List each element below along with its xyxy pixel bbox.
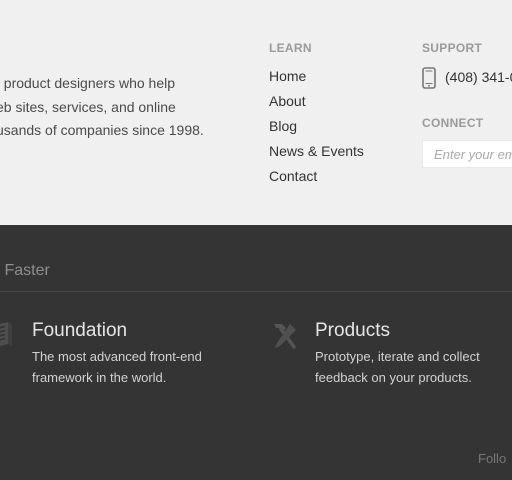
feature-description-foundation: The most advanced front-end framework in… [32, 349, 202, 385]
connect-heading: CONNECT [422, 116, 484, 130]
learn-link-contact[interactable]: Contact [269, 166, 364, 191]
hammer-icon [268, 320, 300, 357]
learn-links: Home About Blog News & Events Contact [269, 66, 364, 191]
foundation-icon [0, 322, 14, 353]
phone-icon [422, 67, 436, 89]
feature-title-products[interactable]: Products [315, 320, 390, 342]
footer-tagline: s Faster [0, 262, 50, 279]
about-line-2: eb sites, services, and online [0, 98, 176, 115]
learn-link-news-events[interactable]: News & Events [269, 141, 364, 166]
phone-number: (408) 341-0 [445, 69, 512, 85]
follow-label: Follo [478, 451, 507, 466]
learn-heading: LEARN [269, 41, 312, 55]
learn-link-about[interactable]: About [269, 91, 364, 116]
feature-title-foundation[interactable]: Foundation [32, 320, 127, 342]
footer-top-section: f product designers who help eb sites, s… [0, 0, 512, 225]
about-text: f product designers who help eb sites, s… [0, 72, 226, 143]
support-heading: SUPPORT [422, 41, 483, 55]
learn-link-home[interactable]: Home [269, 66, 364, 91]
about-line-1: f product designers who help [0, 75, 175, 91]
learn-link-blog[interactable]: Blog [269, 116, 364, 141]
email-input[interactable] [422, 140, 512, 168]
about-line-3: usands of companies since 1998. [0, 122, 204, 138]
feature-description-products: Prototype, iterate and collect feedback … [315, 349, 480, 385]
footer-divider [0, 291, 512, 292]
